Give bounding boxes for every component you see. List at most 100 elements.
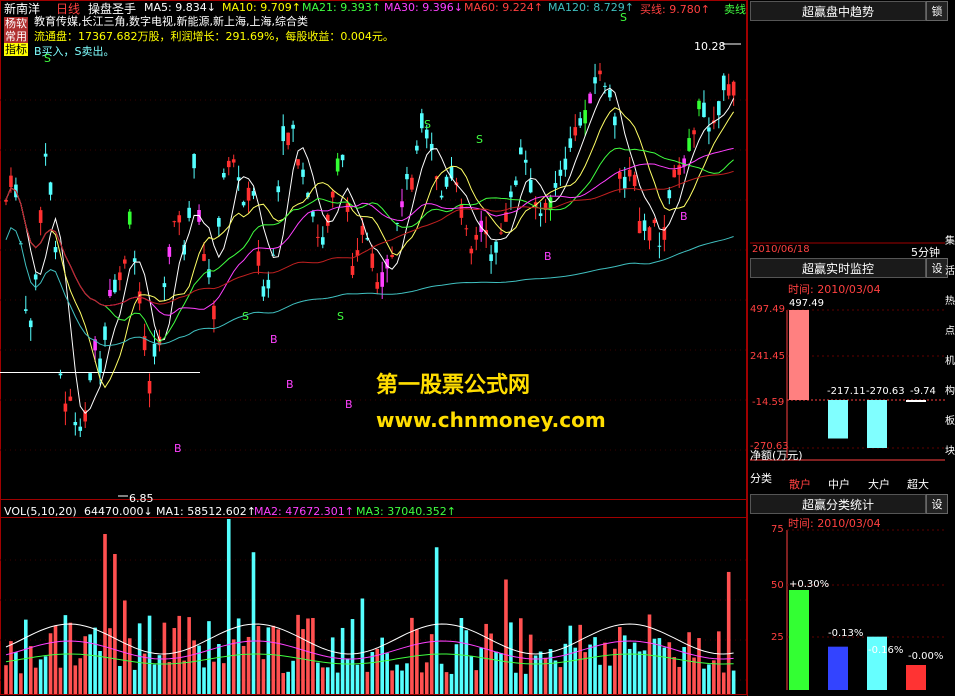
candle-body xyxy=(88,373,92,381)
candle-body xyxy=(573,127,578,136)
volume-bar xyxy=(632,642,637,694)
candle-body xyxy=(632,174,637,187)
candle-body xyxy=(523,159,528,163)
stats-settings-button[interactable]: 设 xyxy=(926,494,948,514)
candle-body xyxy=(622,176,627,189)
signal-s: S xyxy=(242,310,249,323)
signal-b: B xyxy=(345,398,353,411)
panel-trend-title[interactable]: 超赢盘中趋势 xyxy=(750,1,926,21)
panel-stats-title[interactable]: 超赢分类统计 xyxy=(750,494,926,514)
volume-bar xyxy=(231,639,236,694)
volume-ma1: MA1: 58512.602↑ xyxy=(156,505,256,518)
watermark-url: www.chnmoney.com xyxy=(376,408,606,432)
volume-bar xyxy=(538,651,543,694)
candle-body xyxy=(316,236,320,238)
candle-body xyxy=(558,169,563,176)
candle-body xyxy=(321,237,325,245)
volume-bar xyxy=(271,625,276,694)
volume-bar xyxy=(236,618,241,694)
volume-title: VOL(5,10,20) xyxy=(4,505,77,518)
volume-bar xyxy=(63,615,68,694)
candle-body xyxy=(400,201,404,208)
volume-bar xyxy=(207,621,211,694)
ma5-line xyxy=(5,87,735,415)
monitor-bar xyxy=(906,400,926,402)
candle-body xyxy=(672,169,677,178)
volume-bar xyxy=(494,651,498,694)
volume-bar xyxy=(217,644,221,694)
candle-body xyxy=(53,247,58,253)
candle-body xyxy=(702,102,706,118)
candle-body xyxy=(687,138,691,151)
volume-bar xyxy=(454,644,459,694)
candle-body xyxy=(241,201,246,206)
candle-body xyxy=(697,100,701,110)
volume-bar xyxy=(598,664,602,694)
candle-body xyxy=(474,234,479,240)
tag-yangruan[interactable]: 杨软 xyxy=(4,17,28,30)
candle-body xyxy=(464,228,469,230)
monitor-category: 散户 xyxy=(789,478,811,491)
volume-bar xyxy=(306,618,310,694)
volume-bar xyxy=(504,579,508,694)
volume-bar xyxy=(563,643,568,694)
monitor-y-tick: 241.45 xyxy=(750,351,785,362)
stats-bar xyxy=(906,665,926,690)
volume-bar xyxy=(370,651,375,694)
candle-body xyxy=(613,116,617,126)
volume-bar xyxy=(276,629,281,694)
candle-body xyxy=(217,218,221,227)
volume-bar xyxy=(390,670,394,694)
edge-label: 机 xyxy=(945,356,955,367)
candle-body xyxy=(603,85,607,87)
edge-label: 块 xyxy=(945,446,955,457)
stock-info: 流通盘：17367.682万股，利润增长：291.69%，每股收益：0.004元… xyxy=(34,30,394,43)
panel-monitor-title[interactable]: 超赢实时监控 xyxy=(750,258,926,278)
volume-bar xyxy=(365,671,370,694)
volume-bar xyxy=(311,617,315,694)
monitor-category: 超大 xyxy=(907,478,929,491)
candle-body xyxy=(147,380,152,394)
tag-indicator[interactable]: 指标 xyxy=(4,43,28,56)
volume-bar xyxy=(296,614,300,694)
volume-bar xyxy=(622,635,627,694)
candle-body xyxy=(568,138,573,148)
candle-body xyxy=(360,225,365,235)
volume-bar xyxy=(479,647,483,694)
candle-body xyxy=(489,254,493,261)
candle-body xyxy=(415,145,419,151)
monitor-bar xyxy=(867,400,887,448)
candle-body xyxy=(73,421,78,426)
volume-bar xyxy=(321,667,325,694)
trend-date: 2010/06/18 xyxy=(752,244,810,255)
candle-body xyxy=(444,176,449,187)
candle-body xyxy=(226,160,231,168)
candle-body xyxy=(677,165,681,175)
candle-body xyxy=(731,81,736,96)
volume-bar xyxy=(162,622,167,694)
candle-body xyxy=(38,210,43,223)
lock-button[interactable]: 锁 xyxy=(926,1,948,21)
candle-body xyxy=(335,158,340,172)
candle-body xyxy=(28,320,33,328)
monitor-time: 时间: 2010/03/04 xyxy=(788,283,881,296)
monitor-category: 大户 xyxy=(868,478,890,491)
volume-bar xyxy=(316,662,320,694)
chart-canvas xyxy=(0,0,945,696)
volume-bar xyxy=(14,652,18,694)
volume-bar xyxy=(717,631,721,694)
volume-bar xyxy=(118,665,122,694)
stats-bar xyxy=(828,646,848,690)
volume-bar xyxy=(202,667,206,694)
candle-body xyxy=(177,215,182,223)
volume-bar xyxy=(266,627,271,694)
volume-bar xyxy=(489,633,493,694)
candle-body xyxy=(311,211,315,217)
volume-bar xyxy=(137,623,142,694)
signal-s: S xyxy=(620,11,627,24)
candle-body xyxy=(152,343,157,357)
volume-bar xyxy=(642,650,647,694)
tag-common[interactable]: 常用 xyxy=(4,30,28,43)
candle-body xyxy=(553,183,558,188)
candle-body xyxy=(538,213,543,216)
